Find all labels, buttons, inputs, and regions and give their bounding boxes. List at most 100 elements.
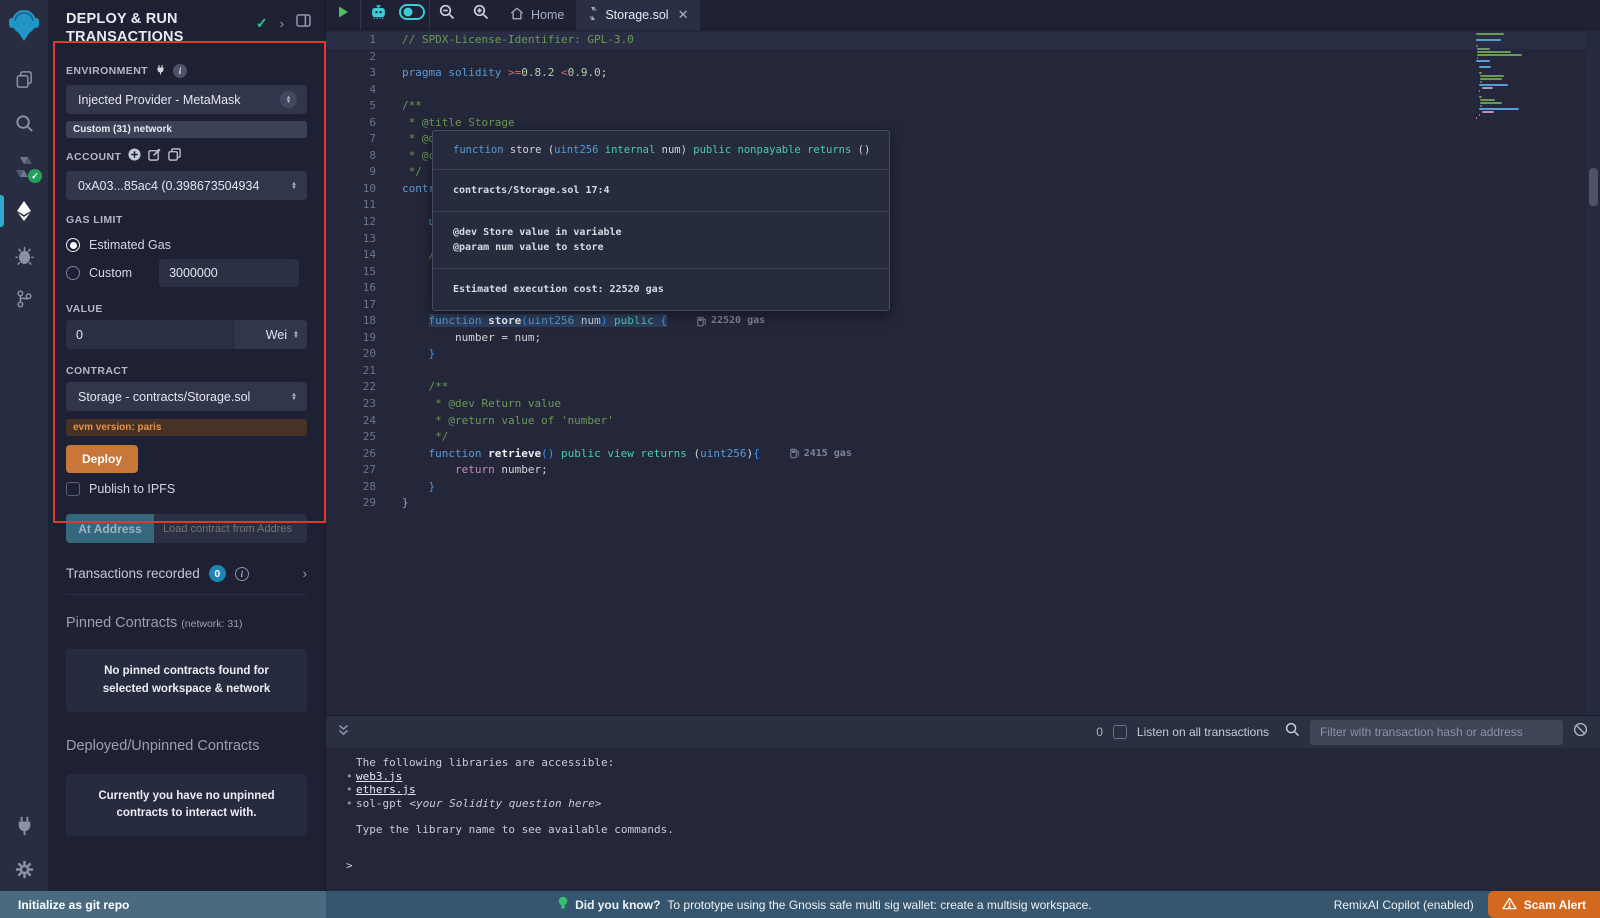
network-badge: Custom (31) network: [66, 121, 307, 138]
custom-gas-input[interactable]: [159, 259, 299, 287]
deploy-button[interactable]: Deploy: [66, 445, 138, 473]
scrollbar-thumb[interactable]: [1589, 168, 1598, 206]
zoom-out-icon: [439, 4, 455, 25]
copilot-toggle[interactable]: [395, 0, 429, 30]
at-address-button[interactable]: At Address: [66, 514, 154, 543]
tooltip-location: contracts/Storage.sol 17:4: [433, 170, 889, 212]
sidebar-item-debugger[interactable]: [0, 233, 48, 277]
ethers-link[interactable]: ethers.js: [356, 783, 416, 797]
zoom-out-button[interactable]: [430, 0, 464, 30]
publish-ipfs-checkbox[interactable]: [66, 482, 80, 496]
web3-link[interactable]: web3.js: [356, 770, 402, 784]
line-number: 9: [326, 164, 376, 181]
collapse-terminal-icon[interactable]: [338, 723, 349, 741]
code-line[interactable]: 25 */: [326, 429, 1600, 446]
robot-icon: [370, 4, 387, 26]
value-unit-select[interactable]: Wei▲▼: [233, 320, 307, 349]
terminal-prompt[interactable]: >: [346, 859, 1600, 873]
code-line[interactable]: 27 return number;: [326, 462, 1600, 479]
line-number: 28: [326, 479, 376, 496]
transactions-count-badge: 0: [209, 565, 226, 582]
remix-logo-icon[interactable]: [7, 7, 41, 43]
sidebar-item-search[interactable]: [0, 101, 48, 145]
clear-terminal-icon[interactable]: [1573, 722, 1588, 742]
value-input[interactable]: [66, 320, 233, 349]
terminal-lib-row: • ethers.js: [346, 783, 1600, 797]
custom-gas-option[interactable]: Custom: [66, 259, 307, 287]
scam-alert-button[interactable]: Scam Alert: [1488, 891, 1600, 918]
sidebar-item-plugin-manager[interactable]: [0, 803, 48, 847]
sidebar-item-deploy-and-run[interactable]: [0, 189, 48, 233]
code-line[interactable]: 6 * @title Storage: [326, 115, 1600, 132]
contract-select[interactable]: Storage - contracts/Storage.sol ▲▼: [66, 382, 307, 411]
warning-icon: [1502, 897, 1517, 913]
terminal-intro: The following libraries are accessible:: [346, 756, 1600, 770]
account-select[interactable]: 0xA03...85ac4 (0.398673504934 ▲▼: [66, 171, 307, 200]
tooltip-doc-param: @param num value to store: [453, 240, 869, 255]
code-line[interactable]: 29}: [326, 495, 1600, 512]
environment-select[interactable]: Injected Provider - MetaMask ▲▼: [66, 85, 307, 114]
sidebar-item-settings[interactable]: [0, 847, 48, 891]
code-editor[interactable]: 1// SPDX-License-Identifier: GPL-3.023pr…: [326, 30, 1600, 715]
transactions-recorded-row[interactable]: Transactions recorded 0 i ›: [66, 565, 307, 595]
code-line[interactable]: 2: [326, 49, 1600, 66]
code-line[interactable]: 3pragma solidity >=0.8.2 <0.9.0;: [326, 65, 1600, 82]
copy-account-icon[interactable]: [168, 148, 181, 166]
sidebar-item-git[interactable]: [0, 277, 48, 321]
code-line[interactable]: 1// SPDX-License-Identifier: GPL-3.0: [326, 32, 1600, 49]
tab-home[interactable]: Home: [498, 0, 576, 30]
code-line[interactable]: 18 function store(uint256 num) public {2…: [326, 313, 1600, 330]
code-line[interactable]: 24 * @return value of 'number': [326, 413, 1600, 430]
line-number: 1: [326, 32, 376, 49]
code-line[interactable]: 19 number = num;: [326, 330, 1600, 347]
sidebar-item-file-explorer[interactable]: [0, 57, 48, 101]
plug-small-icon[interactable]: [155, 62, 166, 80]
account-label: ACCOUNT: [66, 151, 121, 163]
publish-ipfs-text: Publish to IPFS: [89, 482, 175, 496]
listen-all-checkbox[interactable]: [1113, 725, 1127, 739]
zoom-in-button[interactable]: [464, 0, 498, 30]
tab-storage-sol[interactable]: Storage.sol ✕: [576, 0, 700, 30]
tooltip-docs: @dev Store value in variable @param num …: [433, 212, 889, 269]
publish-ipfs-option[interactable]: Publish to IPFS: [66, 482, 307, 496]
estimated-gas-radio[interactable]: [66, 238, 80, 252]
transactions-info-icon[interactable]: i: [235, 567, 249, 581]
minimap[interactable]: [1476, 33, 1550, 120]
line-number: 7: [326, 131, 376, 148]
code-line[interactable]: 5/**: [326, 98, 1600, 115]
sidebar-item-solidity-compiler[interactable]: ✓: [0, 145, 48, 189]
line-number: 17: [326, 297, 376, 314]
ai-copilot-button[interactable]: [361, 0, 395, 30]
at-address-input[interactable]: [154, 514, 307, 543]
code-line[interactable]: 22 /**: [326, 379, 1600, 396]
line-number: 26: [326, 446, 376, 463]
edit-account-icon[interactable]: [148, 148, 161, 166]
close-tab-icon[interactable]: ✕: [678, 7, 689, 23]
pin-panel-icon[interactable]: [296, 14, 311, 32]
code-line[interactable]: 28 }: [326, 479, 1600, 496]
chevron-right-icon[interactable]: ›: [280, 16, 284, 31]
code-line[interactable]: 20 }: [326, 346, 1600, 363]
code-line[interactable]: 26 function retrieve() public view retur…: [326, 446, 1600, 463]
gas-estimate-annotation: 22520 gas: [697, 313, 765, 330]
environment-info-icon[interactable]: i: [173, 64, 187, 78]
code-line[interactable]: 4: [326, 82, 1600, 99]
transaction-filter-input[interactable]: [1310, 720, 1563, 745]
run-script-button[interactable]: [326, 0, 360, 30]
git-init-button[interactable]: Initialize as git repo: [0, 891, 326, 918]
add-account-icon[interactable]: [128, 148, 141, 166]
line-number: 24: [326, 413, 376, 430]
code-line[interactable]: 23 * @dev Return value: [326, 396, 1600, 413]
transactions-expand-icon[interactable]: ›: [303, 566, 307, 581]
line-number: 23: [326, 396, 376, 413]
line-number: 20: [326, 346, 376, 363]
code-line[interactable]: 21: [326, 363, 1600, 380]
listen-all-label: Listen on all transactions: [1137, 725, 1269, 739]
tooltip-gas-cost: Estimated execution cost: 22520 gas: [433, 269, 889, 310]
terminal[interactable]: The following libraries are accessible: …: [326, 748, 1600, 891]
custom-gas-radio[interactable]: [66, 266, 80, 280]
editor-scrollbar[interactable]: [1586, 30, 1600, 715]
bug-icon: [14, 245, 35, 266]
pinned-contracts-heading: Pinned Contracts (network: 31): [66, 615, 307, 631]
estimated-gas-option[interactable]: Estimated Gas: [66, 238, 307, 252]
